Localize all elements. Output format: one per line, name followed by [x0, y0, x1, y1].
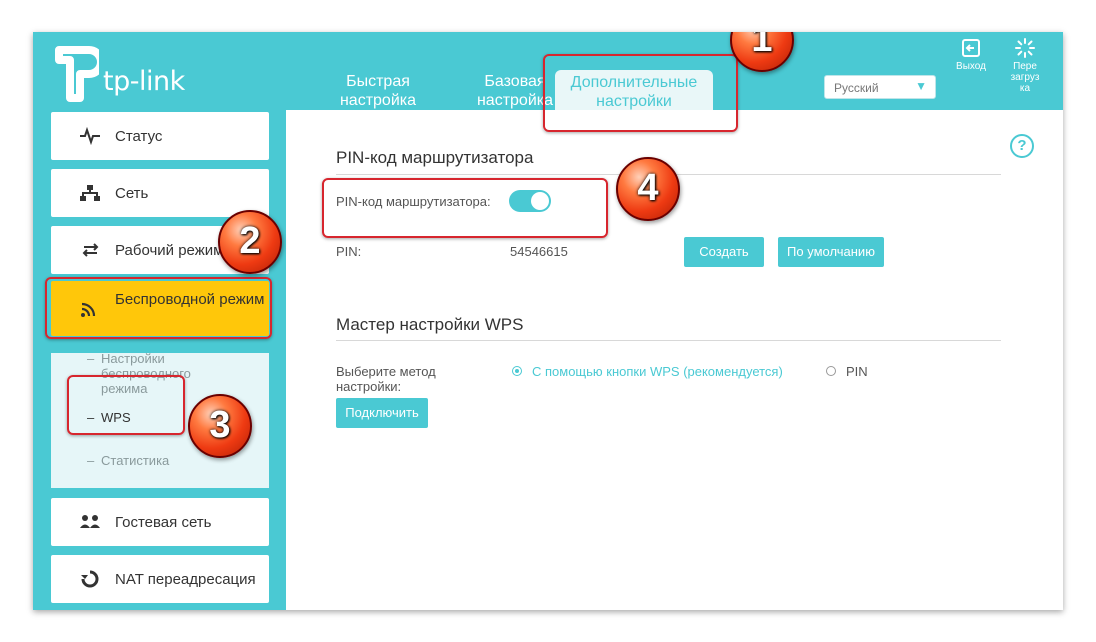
language-value: Русский [834, 81, 879, 95]
tab-quick-setup-line1: Быстрая [346, 73, 410, 90]
radio-pin[interactable] [826, 366, 836, 376]
reboot-label-1: Пере [1013, 61, 1037, 72]
reboot-icon [1015, 38, 1035, 58]
radio-pin-label[interactable]: PIN [846, 364, 868, 379]
logout-label: Выход [956, 61, 986, 72]
wps-method-label: Выберите метод настройки: [336, 364, 436, 394]
network-icon [80, 185, 100, 201]
step-badge-1: 1 [730, 32, 794, 72]
sidebar-item-network[interactable]: Сеть [51, 169, 269, 217]
submenu-bullet: – [87, 453, 95, 468]
submenu-item-statistics[interactable]: – Статистика [87, 453, 170, 468]
highlight-wireless-item [45, 277, 272, 339]
sidebar-item-guest-label: Гостевая сеть [115, 514, 212, 531]
step-badge-2: 2 [218, 210, 282, 274]
highlight-wps-item [67, 375, 185, 435]
pin-value: 54546615 [510, 244, 568, 259]
sidebar-item-status-label: Статус [115, 128, 163, 145]
submenu-settings-line1: Настройки [101, 351, 165, 366]
sidebar-item-network-label: Сеть [115, 185, 149, 202]
wps-method-label-line2: настройки: [336, 379, 402, 394]
reboot-label-3: ка [1019, 83, 1031, 94]
tab-quick-setup[interactable]: Быстрая настройка [308, 72, 448, 110]
guest-users-icon [80, 515, 100, 528]
sidebar-item-status[interactable]: Статус [51, 112, 269, 160]
reboot-label-2: загруз [1010, 72, 1040, 83]
sidebar-item-guest-network[interactable]: Гостевая сеть [51, 498, 269, 546]
wps-method-label-line1: Выберите метод [336, 364, 436, 379]
router-admin-window: tp-link Быстрая настройка Базовая настро… [33, 32, 1063, 610]
pulse-icon [80, 127, 100, 145]
logout-icon [962, 39, 980, 57]
wps-section-title: Мастер настройки WPS [336, 315, 524, 334]
step-badge-4: 4 [616, 157, 680, 221]
submenu-statistics-label: Статистика [101, 453, 170, 468]
logout-button[interactable]: Выход [951, 38, 991, 72]
connect-button[interactable]: Подключить [336, 398, 428, 428]
tp-link-logo-icon [55, 46, 99, 102]
sidebar-item-nat-forwarding[interactable]: NAT переадресация [51, 555, 269, 603]
radio-wps-button[interactable] [512, 366, 522, 376]
pin-label: PIN: [336, 244, 362, 259]
step-badge-3: 3 [188, 394, 252, 458]
create-pin-button[interactable]: Создать [684, 237, 764, 267]
divider [336, 340, 1001, 341]
nat-forwarding-icon [81, 570, 99, 588]
submenu-bullet: – [87, 351, 95, 366]
radio-wps-button-label[interactable]: С помощью кнопки WPS (рекомендуется) [532, 364, 783, 379]
sidebar-item-nat-label: NAT переадресация [115, 571, 256, 588]
help-icon[interactable]: ? [1010, 134, 1034, 158]
highlight-pin-toggle [322, 178, 608, 238]
brand-logo-text: tp-link [103, 66, 185, 97]
pin-section-title: PIN-код маршрутизатора [336, 148, 534, 167]
default-pin-button[interactable]: По умолчанию [778, 237, 884, 267]
sidebar-item-operation-mode-label: Рабочий режим [115, 242, 224, 259]
language-select[interactable]: Русский ▼ [824, 75, 936, 99]
tab-quick-setup-line2: настройка [339, 92, 417, 109]
radio-dot [515, 369, 519, 373]
reboot-button[interactable]: Пере загруз ка [1005, 38, 1045, 94]
sidebar: Статус Сеть Рабочий режим Беспроводной р… [33, 110, 286, 610]
switch-arrows-icon [82, 243, 99, 257]
highlight-advanced-tab [543, 54, 738, 132]
chevron-down-icon: ▼ [915, 79, 927, 93]
